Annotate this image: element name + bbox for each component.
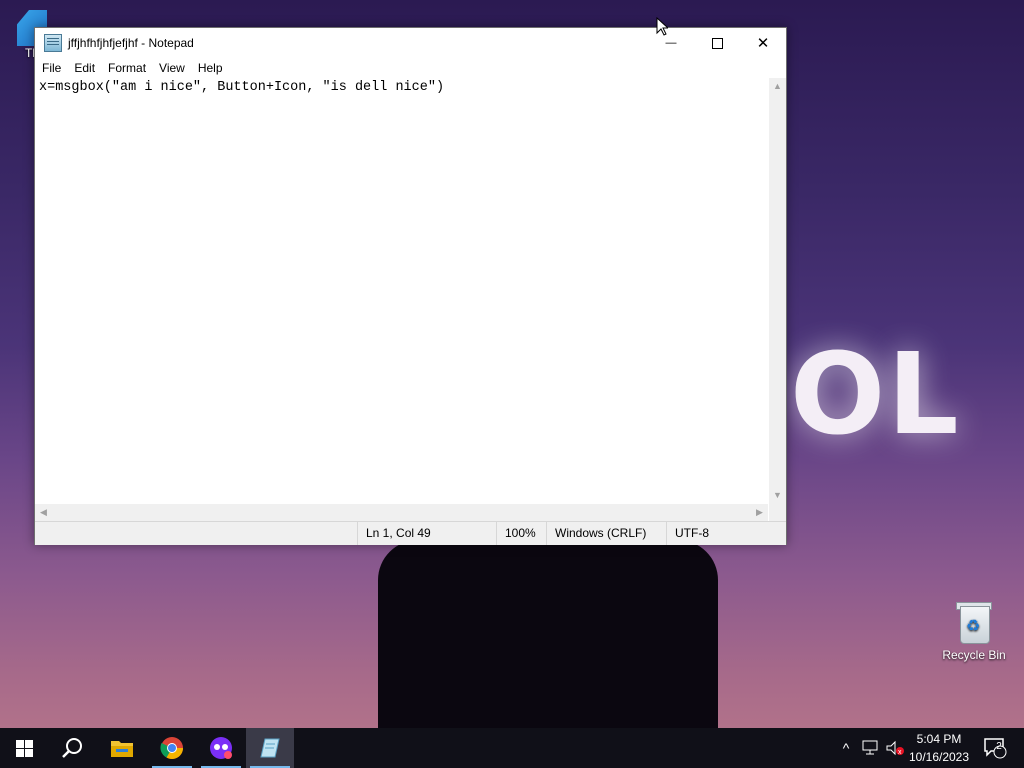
recycle-bin-label: Recycle Bin bbox=[942, 648, 1006, 662]
status-bar: Ln 1, Col 49 100% Windows (CRLF) UTF-8 bbox=[35, 521, 786, 545]
menu-view[interactable]: View bbox=[153, 61, 191, 75]
menu-file[interactable]: File bbox=[36, 61, 67, 75]
text-editor[interactable]: x=msgbox("am i nice", Button+Icon, "is d… bbox=[35, 78, 768, 504]
chevron-up-icon: ^ bbox=[842, 740, 850, 756]
network-icon bbox=[862, 740, 878, 755]
menu-format[interactable]: Format bbox=[102, 61, 152, 75]
scroll-corner bbox=[769, 504, 786, 521]
start-button[interactable] bbox=[0, 728, 48, 768]
taskbar: ^ x 5:04 PM 10/16/2023 2 bbox=[0, 728, 1024, 768]
status-zoom: 100% bbox=[496, 522, 547, 545]
wallpaper-text: OL bbox=[790, 330, 961, 460]
search-button[interactable] bbox=[48, 728, 96, 768]
maximize-icon bbox=[711, 37, 723, 49]
editor-content[interactable]: x=msgbox("am i nice", Button+Icon, "is d… bbox=[35, 78, 768, 97]
tray-network[interactable] bbox=[860, 728, 882, 768]
desktop-recycle-bin[interactable]: ♻ Recycle Bin bbox=[938, 600, 1010, 662]
scroll-left-icon[interactable]: ◀ bbox=[35, 504, 52, 521]
file-explorer-icon bbox=[111, 741, 133, 757]
mouse-cursor-icon bbox=[656, 16, 670, 41]
wallpaper-silhouette bbox=[378, 540, 718, 728]
status-position: Ln 1, Col 49 bbox=[357, 522, 496, 545]
status-encoding: UTF-8 bbox=[666, 522, 785, 545]
menu-edit[interactable]: Edit bbox=[68, 61, 101, 75]
taskbar-app-mask[interactable] bbox=[197, 728, 245, 768]
clock-time: 5:04 PM bbox=[916, 732, 962, 746]
recycle-bin-icon: ♻ bbox=[956, 600, 992, 644]
tray-overflow-button[interactable]: ^ bbox=[836, 728, 856, 768]
taskbar-file-explorer[interactable] bbox=[98, 728, 146, 768]
maximize-button[interactable] bbox=[694, 28, 740, 58]
notepad-app-icon[interactable] bbox=[44, 34, 62, 52]
app-mask-icon bbox=[210, 737, 232, 759]
minimize-button[interactable]: — bbox=[648, 28, 694, 58]
close-icon: ✕ bbox=[756, 35, 770, 52]
chrome-icon bbox=[160, 737, 183, 759]
taskbar-notepad[interactable] bbox=[246, 728, 294, 768]
horizontal-scrollbar[interactable]: ◀ ▶ bbox=[35, 504, 768, 521]
title-bar[interactable]: jffjhfhfjhfjefjhf - Notepad — ✕ bbox=[35, 28, 786, 58]
close-button[interactable]: ✕ bbox=[740, 28, 786, 58]
menu-bar: File Edit Format View Help bbox=[35, 58, 786, 78]
clock-date: 10/16/2023 bbox=[908, 750, 970, 764]
taskbar-clock[interactable]: 5:04 PM 10/16/2023 bbox=[900, 728, 978, 768]
notepad-icon bbox=[260, 738, 280, 758]
scroll-down-icon[interactable]: ▼ bbox=[769, 487, 786, 504]
window-title: jffjhfhfjhfjefjhf - Notepad bbox=[68, 36, 194, 50]
search-icon bbox=[62, 738, 82, 758]
status-line-ending: Windows (CRLF) bbox=[546, 522, 665, 545]
menu-help[interactable]: Help bbox=[192, 61, 229, 75]
scroll-up-icon[interactable]: ▲ bbox=[769, 78, 786, 95]
windows-logo-icon bbox=[15, 739, 33, 757]
notification-count: 2 bbox=[996, 741, 1002, 752]
notepad-window: jffjhfhfjhfjefjhf - Notepad — ✕ File Edi… bbox=[34, 27, 787, 545]
vertical-scrollbar[interactable]: ▲ ▼ bbox=[769, 78, 786, 504]
taskbar-chrome[interactable] bbox=[148, 728, 196, 768]
scroll-right-icon[interactable]: ▶ bbox=[751, 504, 768, 521]
action-center-button[interactable]: 2 bbox=[980, 728, 1010, 768]
